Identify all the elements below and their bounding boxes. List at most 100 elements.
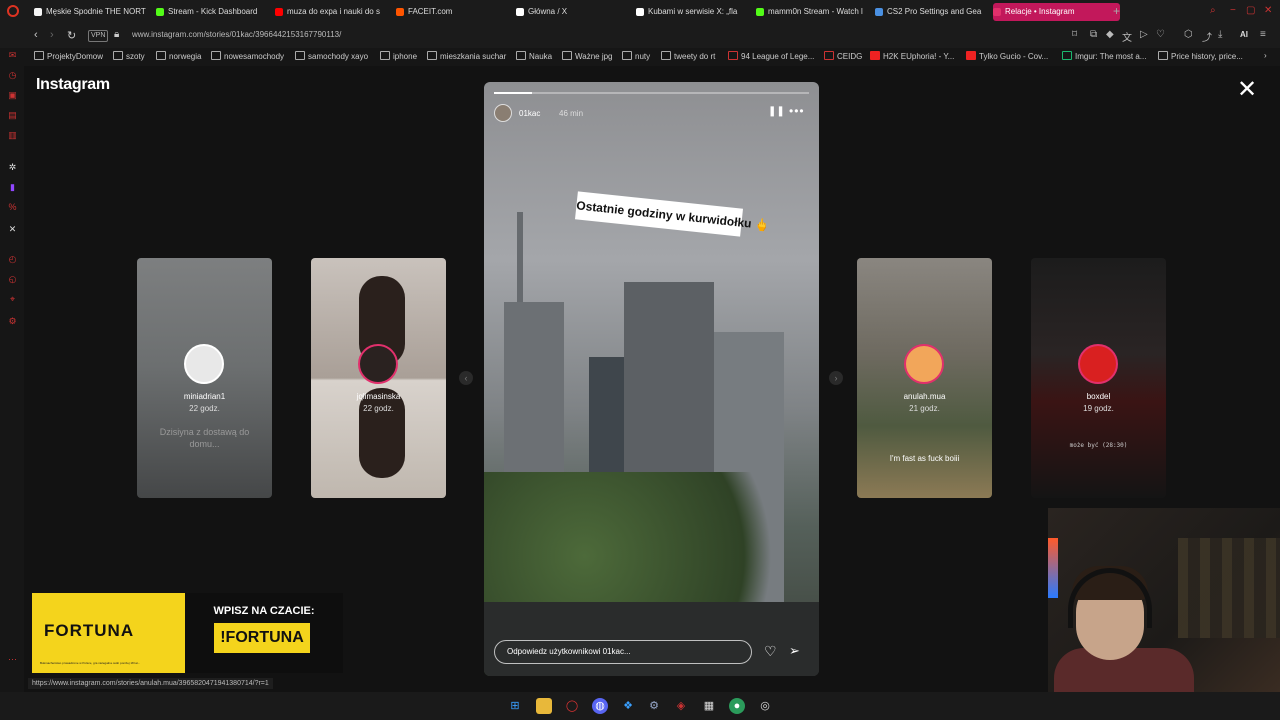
- app-icon[interactable]: ◎: [757, 698, 773, 714]
- bookmark-label: samochody xayo: [308, 52, 369, 61]
- bookmark-item[interactable]: mieszkania suchar: [427, 51, 506, 61]
- tab-label: Męskie Spodnie THE NORT: [46, 7, 146, 16]
- twitch-icon[interactable]: ▮: [7, 182, 18, 193]
- menu-icon[interactable]: ≡: [1260, 29, 1266, 40]
- bookmark-item[interactable]: Imgur: The most a...: [1062, 51, 1146, 61]
- bookmark-item[interactable]: ProjektyDomow: [34, 51, 103, 61]
- search-tabs-icon[interactable]: ⌕: [1210, 5, 1216, 16]
- tab-2[interactable]: Stream - Kick Dashboard: [156, 3, 274, 21]
- history-icon[interactable]: ◷: [7, 70, 18, 81]
- bookmark-item[interactable]: nowesamochody: [211, 51, 284, 61]
- opera-icon[interactable]: ◯: [564, 698, 580, 714]
- vpn-badge[interactable]: VPN: [88, 30, 109, 42]
- opera-logo-icon[interactable]: [7, 5, 19, 17]
- next-story-arrow-icon[interactable]: ›: [829, 371, 843, 385]
- settings-icon: [875, 8, 883, 16]
- instagram-logo[interactable]: Instagram: [36, 76, 110, 94]
- active-story[interactable]: 01kac 46 min ❚❚ ••• Ostatnie godziny w k…: [484, 82, 819, 676]
- story-preview[interactable]: boxdel 19 godz. może być (28:30): [1031, 258, 1166, 498]
- bookmark-item[interactable]: szoty: [113, 51, 145, 61]
- story-preview[interactable]: anulah.mua 21 godz. I'm fast as fuck boi…: [857, 258, 992, 498]
- tab-active[interactable]: Relacje • Instagram: [993, 3, 1120, 21]
- x-icon[interactable]: ✕: [7, 224, 18, 235]
- bookmark-item[interactable]: H2K EUphoria! - Y...: [870, 51, 954, 61]
- bookmark-item[interactable]: 94 League of Lege...: [728, 51, 814, 61]
- story-username[interactable]: 01kac: [519, 109, 540, 118]
- tab-7[interactable]: mamm0n Stream - Watch l: [756, 3, 872, 21]
- ai-button[interactable]: AI: [1240, 30, 1248, 39]
- back-icon[interactable]: ‹: [34, 29, 38, 41]
- pause-icon[interactable]: ❚❚: [768, 106, 785, 117]
- heart-icon[interactable]: ♡: [1156, 29, 1165, 40]
- pin-icon[interactable]: ⌖: [7, 294, 18, 305]
- prev-story-arrow-icon[interactable]: ‹: [459, 371, 473, 385]
- chatgpt-icon[interactable]: ✲: [7, 162, 18, 173]
- tab-4[interactable]: FACEIT.com: [396, 3, 516, 21]
- tab-1[interactable]: Męskie Spodnie THE NORT: [34, 3, 154, 21]
- bookmark-label: szoty: [126, 52, 145, 61]
- adblock-icon[interactable]: ◆: [1106, 29, 1114, 40]
- maximize-icon[interactable]: ▢: [1246, 5, 1255, 16]
- extensions-icon[interactable]: ⬡: [1184, 29, 1193, 40]
- file-explorer-icon[interactable]: [536, 698, 552, 714]
- messenger-icon[interactable]: ✉: [7, 50, 18, 61]
- reply-input[interactable]: Odpowiedz użytkownikowi 01kac...: [494, 640, 752, 664]
- bookmark-item[interactable]: iphone: [380, 51, 417, 61]
- bookmark-item[interactable]: Ważne jpg: [562, 51, 613, 61]
- bookmark-item[interactable]: Nauka: [516, 51, 552, 61]
- close-window-icon[interactable]: ✕: [1264, 5, 1272, 16]
- story-time: 46 min: [559, 109, 584, 118]
- more-icon[interactable]: ⋯: [7, 654, 18, 665]
- new-tab-button[interactable]: +: [1113, 4, 1120, 18]
- bookmark-item[interactable]: Price history, price...: [1158, 51, 1243, 61]
- settings-icon[interactable]: ⚙: [7, 316, 18, 327]
- reload-icon[interactable]: ↻: [67, 29, 76, 42]
- windows-start-icon[interactable]: ⊞: [507, 698, 523, 714]
- bookmark-item[interactable]: CEIDG: [824, 51, 862, 61]
- story-preview[interactable]: miniadrian1 22 godz. Dzisiyna z dostawą …: [137, 258, 272, 498]
- bookmark-item[interactable]: Tylko Gucio - Cov...: [966, 51, 1048, 61]
- neon-light: [1048, 538, 1058, 598]
- minimize-icon[interactable]: −: [1230, 5, 1236, 16]
- bookmark-item[interactable]: norwegia: [156, 51, 201, 61]
- tab-6[interactable]: Kubami w serwisie X: „fla: [636, 3, 754, 21]
- bookmark-item[interactable]: nuty: [622, 51, 650, 61]
- discord-icon[interactable]: ◍: [592, 698, 608, 714]
- chrome-icon[interactable]: ●: [729, 698, 745, 714]
- story-preview[interactable]: jqlimasinska 22 godz.: [311, 258, 446, 498]
- player-icon[interactable]: ▷: [1140, 29, 1148, 40]
- close-icon[interactable]: ✕: [1237, 78, 1257, 102]
- translate-icon[interactable]: 文: [1122, 29, 1132, 44]
- obs-icon[interactable]: ▦: [701, 698, 717, 714]
- preview-username: jqlimasinska: [356, 392, 401, 401]
- tab-label: Główna / X: [528, 7, 568, 16]
- url-field[interactable]: www.instagram.com/stories/01kac/39664421…: [132, 30, 341, 39]
- lock-icon[interactable]: 🔒︎: [114, 29, 119, 40]
- sponsor-brand: FORTUNA: [44, 621, 135, 640]
- history-icon[interactable]: ◵: [7, 274, 18, 285]
- like-heart-icon[interactable]: ♡: [764, 643, 777, 660]
- bag-icon[interactable]: ▣: [7, 90, 18, 101]
- app-icon[interactable]: ❖: [620, 698, 636, 714]
- more-bookmarks-icon[interactable]: ›: [1264, 51, 1267, 60]
- bookmark-item[interactable]: samochody xayo: [295, 51, 368, 61]
- steam-icon[interactable]: ⚙: [646, 698, 662, 714]
- snapshot-icon[interactable]: ⧉: [1090, 29, 1097, 40]
- avatar[interactable]: [494, 104, 512, 122]
- send-icon[interactable]: ➢: [789, 643, 800, 659]
- bookmark-page-icon[interactable]: ⌑: [1072, 29, 1077, 40]
- tab-5[interactable]: Główna / X: [516, 3, 636, 21]
- forward-icon[interactable]: ›: [50, 29, 54, 41]
- clock-icon[interactable]: ◴: [7, 254, 18, 265]
- spotify-icon[interactable]: %: [7, 202, 18, 213]
- tab-3[interactable]: muza do expa i nauki do s: [275, 3, 395, 21]
- tab-8[interactable]: CS2 Pro Settings and Gea: [875, 3, 995, 21]
- app-icon[interactable]: ◈: [673, 698, 689, 714]
- download-icon[interactable]: ⤓: [1218, 29, 1222, 40]
- wallet-icon[interactable]: ▤: [7, 110, 18, 121]
- bookmark-item[interactable]: tweety do rt: [661, 51, 715, 61]
- avatar: [1078, 344, 1118, 384]
- notes-icon[interactable]: ▥: [7, 130, 18, 141]
- share-icon[interactable]: ⤴: [1202, 29, 1212, 44]
- more-options-icon[interactable]: •••: [789, 104, 805, 118]
